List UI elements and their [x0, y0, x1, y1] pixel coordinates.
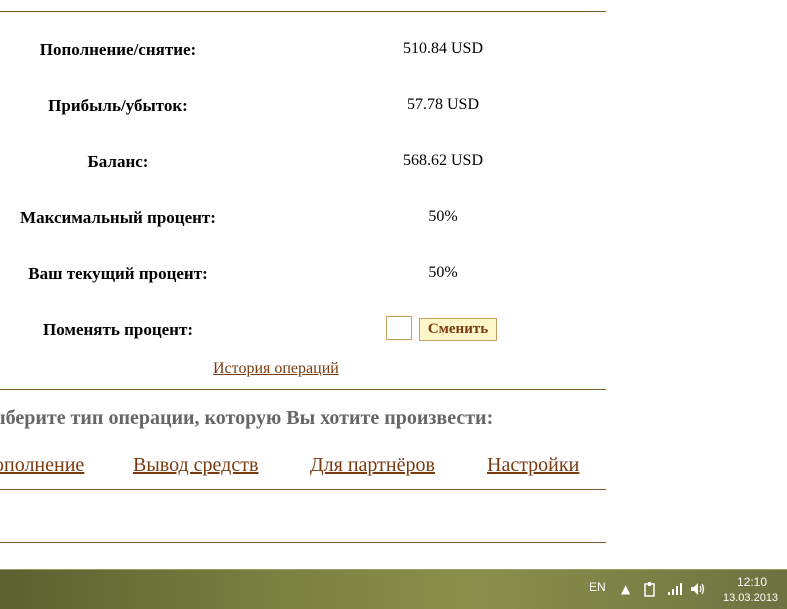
show-hidden-icons-icon[interactable]: ▲ — [621, 582, 630, 596]
current-percent-label: Ваш текущий процент: — [28, 264, 208, 283]
bottom-divider — [0, 542, 606, 543]
deposit-withdraw-value: 510.84 USD — [402, 40, 483, 57]
settings-link[interactable]: Настройки — [487, 454, 579, 477]
language-indicator[interactable]: EN — [589, 580, 606, 594]
profit-loss-label: Прибыль/убыток: — [48, 96, 188, 115]
lower-divider — [0, 489, 606, 490]
balance-value: 568.62 USD — [402, 152, 483, 169]
network-signal-icon[interactable] — [667, 582, 683, 599]
withdraw-link[interactable]: Вывод средств — [133, 454, 258, 477]
partners-link[interactable]: Для партнёров — [310, 454, 435, 477]
taskbar: EN ▲ 12:10 13.03.2013 — [0, 569, 787, 609]
operations-history-link[interactable]: История операций — [213, 360, 339, 378]
deposit-link[interactable]: ополнение — [0, 454, 84, 477]
max-percent-label: Максимальный процент: — [20, 208, 216, 227]
top-divider — [0, 11, 606, 12]
current-percent-value: 50% — [428, 264, 458, 281]
deposit-withdraw-label: Пополнение/снятие: — [39, 40, 197, 59]
profit-loss-value: 57.78 USD — [406, 96, 479, 113]
percent-input[interactable] — [386, 316, 412, 340]
action-center-icon[interactable] — [643, 582, 657, 601]
balance-label: Баланс: — [87, 152, 149, 171]
change-percent-button[interactable]: Сменить — [419, 318, 497, 341]
operation-type-heading: ыберите тип операции, которую Вы хотите … — [0, 407, 494, 429]
max-percent-value: 50% — [428, 208, 458, 225]
middle-divider — [0, 389, 606, 390]
clock-time[interactable]: 12:10 — [737, 575, 767, 589]
volume-icon[interactable] — [690, 582, 706, 599]
change-percent-label: Поменять процент: — [42, 320, 193, 339]
clock-date[interactable]: 13.03.2013 — [723, 592, 778, 604]
